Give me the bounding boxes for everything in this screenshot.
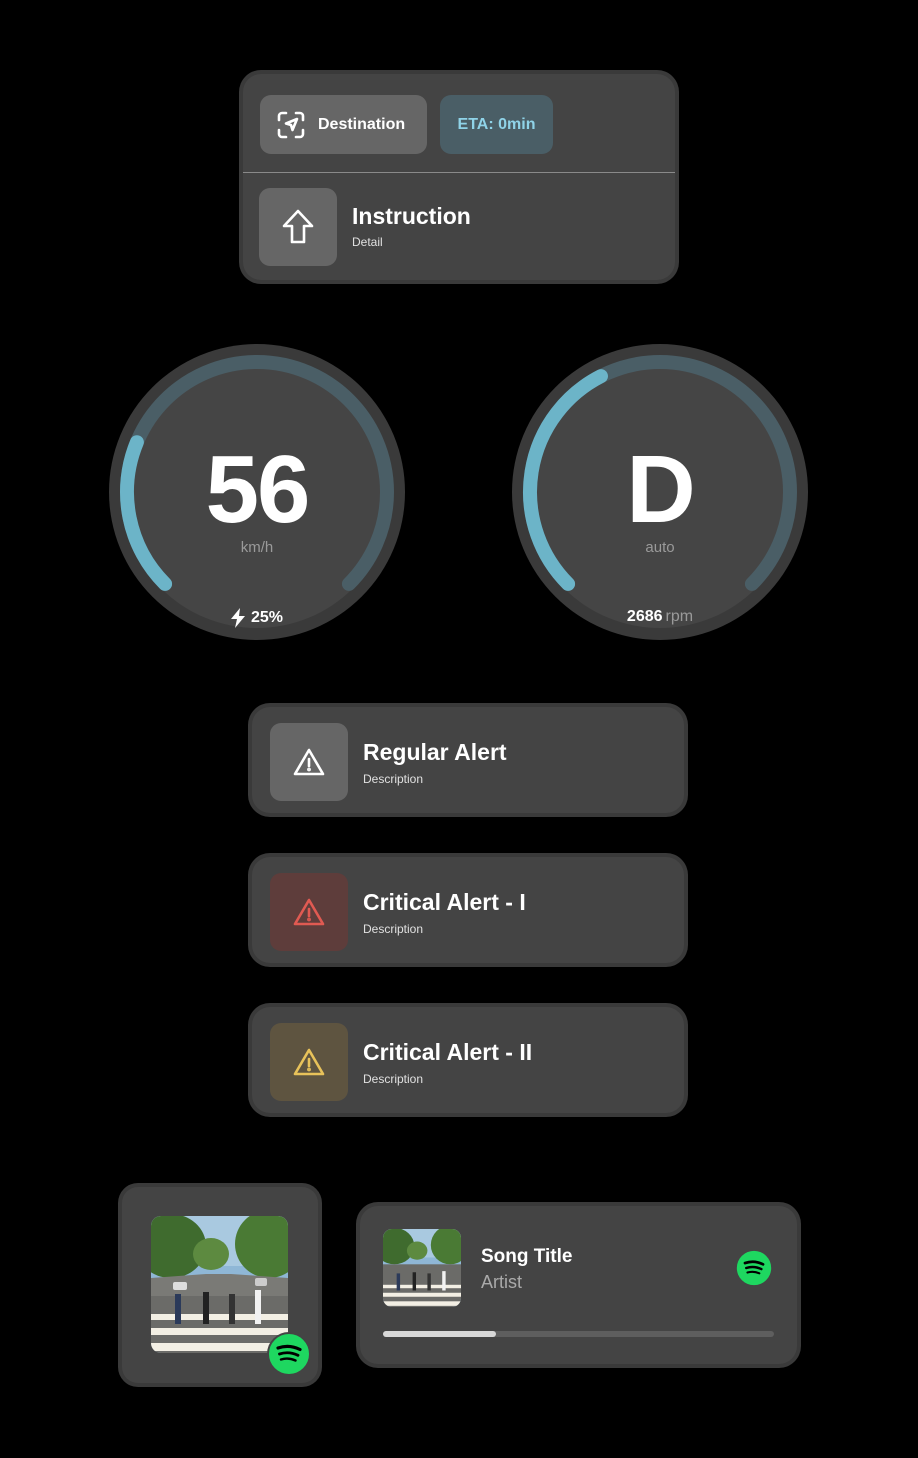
instruction-detail: Detail: [352, 235, 383, 249]
rpm-indicator: 2686 rpm: [510, 608, 810, 626]
alert-icon-box: [270, 723, 348, 801]
destination-label: Destination: [318, 115, 406, 133]
song-title: Song Title: [481, 1246, 573, 1267]
alert-title: Regular Alert: [363, 739, 507, 765]
alert-icon-box: [270, 873, 348, 951]
alert-title: Critical Alert - I: [363, 889, 526, 915]
eta-button[interactable]: ETA: 0min: [440, 95, 553, 154]
spotify-icon: [267, 1332, 311, 1376]
warning-triangle-icon: [293, 748, 325, 776]
alert-description: Description: [363, 922, 424, 936]
destination-button[interactable]: Destination: [260, 95, 427, 154]
rpm-unit: rpm: [665, 608, 694, 625]
critical-alert-1-card[interactable]: Critical Alert - I Description: [252, 857, 684, 963]
playback-progress-fill: [383, 1331, 497, 1337]
warning-triangle-icon: [293, 1048, 325, 1076]
instruction-title: Instruction: [352, 203, 471, 229]
target-navigation-icon: [277, 111, 305, 138]
regular-alert-card[interactable]: Regular Alert Description: [252, 707, 684, 813]
gear-value: D: [626, 436, 695, 543]
alert-description: Description: [363, 1072, 424, 1086]
battery-label: 25%: [250, 609, 284, 626]
album-widget[interactable]: [122, 1187, 318, 1383]
playback-progress-bar[interactable]: [383, 1331, 774, 1337]
music-player-widget[interactable]: Song Title Artist: [360, 1206, 797, 1364]
arrow-up-icon: [282, 209, 314, 244]
navigation-card: Destination ETA: 0min Instruction Detail: [243, 74, 675, 280]
speed-value: 56: [205, 436, 311, 543]
speedometer-gauge: 56 km/h 25%: [107, 342, 407, 642]
critical-alert-2-card[interactable]: Critical Alert - II Description: [252, 1007, 684, 1113]
alert-title: Critical Alert - II: [363, 1039, 533, 1065]
alert-description: Description: [363, 772, 424, 786]
warning-triangle-icon: [293, 898, 325, 926]
rpm-value: 2686: [626, 608, 663, 625]
gear-gauge: D auto 2686 rpm: [510, 342, 810, 642]
divider: [243, 172, 675, 173]
gear-mode: auto: [645, 539, 675, 556]
bolt-icon: [230, 608, 245, 628]
song-artist: Artist: [481, 1272, 523, 1292]
instruction-icon-box: [259, 188, 337, 266]
speed-unit: km/h: [240, 539, 274, 556]
eta-label: ETA: 0min: [457, 115, 536, 133]
alert-icon-box: [270, 1023, 348, 1101]
spotify-icon[interactable]: [736, 1250, 772, 1286]
battery-indicator: 25%: [107, 608, 407, 628]
album-art: [383, 1229, 461, 1307]
